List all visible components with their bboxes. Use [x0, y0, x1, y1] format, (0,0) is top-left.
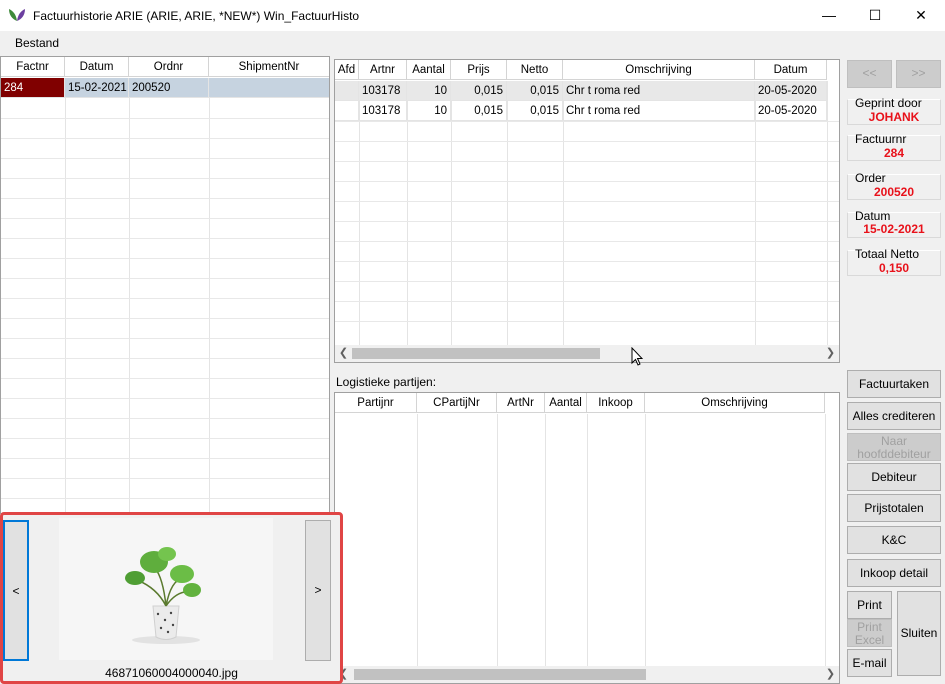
invoice-grid[interactable]: Factnr Datum Ordnr ShipmentNr 284 15-02-…	[0, 56, 330, 514]
col-header-inkoop[interactable]: Inkoop	[587, 393, 645, 413]
col-header-datum[interactable]: Datum	[65, 57, 129, 77]
col-header-ordnr[interactable]: Ordnr	[129, 57, 209, 77]
minimize-button[interactable]: —	[806, 0, 852, 31]
col-header-aantal[interactable]: Aantal	[407, 60, 451, 80]
datum-value: 15-02-2021	[863, 222, 925, 236]
table-row-cell-aantal[interactable]: 10	[407, 101, 451, 121]
geprint-door-value: JOHANK	[868, 110, 920, 124]
email-button[interactable]: E-mail	[847, 649, 892, 677]
geprint-door-label: Geprint door	[855, 96, 922, 110]
print-excel-button[interactable]: Print Excel	[847, 619, 892, 647]
table-row-cell-afd[interactable]	[335, 81, 359, 101]
table-row-cell-datum[interactable]: 20-05-2020	[755, 101, 827, 121]
scroll-right-icon[interactable]: ❯	[822, 345, 839, 362]
factuurnr-label: Factuurnr	[855, 132, 907, 146]
print-button[interactable]: Print	[847, 591, 892, 619]
col-header-afd[interactable]: Afd	[335, 60, 359, 80]
menu-bestand[interactable]: Bestand	[15, 36, 59, 50]
sluiten-button[interactable]: Sluiten	[897, 591, 941, 676]
gallery-prev-button[interactable]: <	[3, 520, 29, 661]
col-header-shipmentnr[interactable]: ShipmentNr	[209, 57, 329, 77]
factuurnr-value: 284	[883, 146, 905, 160]
plant-photo	[59, 518, 273, 660]
leaf-icon	[9, 9, 25, 21]
col-header-datum[interactable]: Datum	[755, 60, 827, 80]
col-header-factnr[interactable]: Factnr	[1, 57, 65, 77]
next-invoice-button[interactable]: >>	[896, 60, 941, 88]
table-row-cell-prijs[interactable]: 0,015	[451, 101, 507, 121]
horizontal-scrollbar[interactable]: ❮ ❯	[335, 345, 839, 362]
table-row-cell-netto[interactable]: 0,015	[507, 81, 563, 101]
table-row-cell-prijs[interactable]: 0,015	[451, 81, 507, 101]
image-gallery: < > 46871060004000040.jpg	[0, 512, 343, 684]
debiteur-button[interactable]: Debiteur	[847, 463, 941, 491]
window-title: Factuurhistorie ARIE (ARIE, ARIE, *NEW*)…	[33, 9, 360, 23]
alles-crediteren-button[interactable]: Alles crediteren	[847, 402, 941, 430]
menu-bar: Bestand	[0, 31, 945, 55]
invoice-lines-grid[interactable]: Afd Artnr Aantal Prijs Netto Omschrijvin…	[334, 59, 840, 363]
maximize-button[interactable]: ☐	[852, 0, 898, 31]
col-header-omschrijving[interactable]: Omschrijving	[563, 60, 755, 80]
inkoop-detail-button[interactable]: Inkoop detail	[847, 559, 941, 587]
col-header-omschrijving[interactable]: Omschrijving	[645, 393, 825, 413]
naar-hoofddebiteur-button[interactable]: Naar hoofddebiteur	[847, 433, 941, 461]
col-header-artnr[interactable]: Artnr	[359, 60, 407, 80]
table-row-cell-afd[interactable]	[335, 101, 359, 121]
table-row-cell-factnr[interactable]: 284	[1, 78, 65, 98]
order-label: Order	[855, 171, 886, 185]
table-row-cell-ordnr[interactable]: 200520	[129, 78, 209, 98]
table-row-cell-datum[interactable]: 20-05-2020	[755, 81, 827, 101]
scrollbar-thumb[interactable]	[354, 669, 646, 680]
image-filename: 46871060004000040.jpg	[105, 666, 238, 680]
table-row-cell-netto[interactable]: 0,015	[507, 101, 563, 121]
prev-invoice-button[interactable]: <<	[847, 60, 892, 88]
col-header-cpartijnr[interactable]: CPartijNr	[417, 393, 497, 413]
col-header-aantal[interactable]: Aantal	[545, 393, 587, 413]
gallery-next-button[interactable]: >	[305, 520, 331, 661]
table-row-cell-aantal[interactable]: 10	[407, 81, 451, 101]
mouse-cursor-icon	[631, 347, 643, 366]
datum-label: Datum	[855, 209, 891, 223]
table-row-cell-omschrijving[interactable]: Chr t roma red	[563, 81, 755, 101]
table-row-cell-artnr[interactable]: 103178	[359, 81, 407, 101]
close-button[interactable]: ✕	[898, 0, 944, 31]
col-header-prijs[interactable]: Prijs	[451, 60, 507, 80]
totaal-netto-value: 0,150	[878, 261, 910, 275]
prijstotalen-button[interactable]: Prijstotalen	[847, 494, 941, 522]
table-row-cell-shipmentnr[interactable]	[209, 78, 329, 98]
plant-image	[59, 518, 273, 660]
table-row-cell-datum[interactable]: 15-02-2021	[65, 78, 129, 98]
order-value: 200520	[873, 185, 915, 199]
logistics-grid[interactable]: Partijnr CPartijNr ArtNr Aantal Inkoop O…	[334, 392, 840, 684]
kc-button[interactable]: K&C	[847, 526, 941, 554]
scrollbar-thumb[interactable]	[352, 348, 600, 359]
scroll-left-icon[interactable]: ❮	[335, 345, 352, 362]
col-header-partijnr[interactable]: Partijnr	[335, 393, 417, 413]
table-row-cell-artnr[interactable]: 103178	[359, 101, 407, 121]
title-bar: Factuurhistorie ARIE (ARIE, ARIE, *NEW*)…	[0, 0, 945, 31]
col-header-netto[interactable]: Netto	[507, 60, 563, 80]
col-header-artnr[interactable]: ArtNr	[497, 393, 545, 413]
table-row-cell-omschrijving[interactable]: Chr t roma red	[563, 101, 755, 121]
factuurtaken-button[interactable]: Factuurtaken	[847, 370, 941, 398]
logistics-label: Logistieke partijen:	[336, 375, 437, 389]
scroll-right-icon[interactable]: ❯	[822, 666, 839, 683]
totaal-netto-label: Totaal Netto	[855, 247, 920, 261]
horizontal-scrollbar[interactable]: ❮ ❯	[335, 666, 839, 683]
